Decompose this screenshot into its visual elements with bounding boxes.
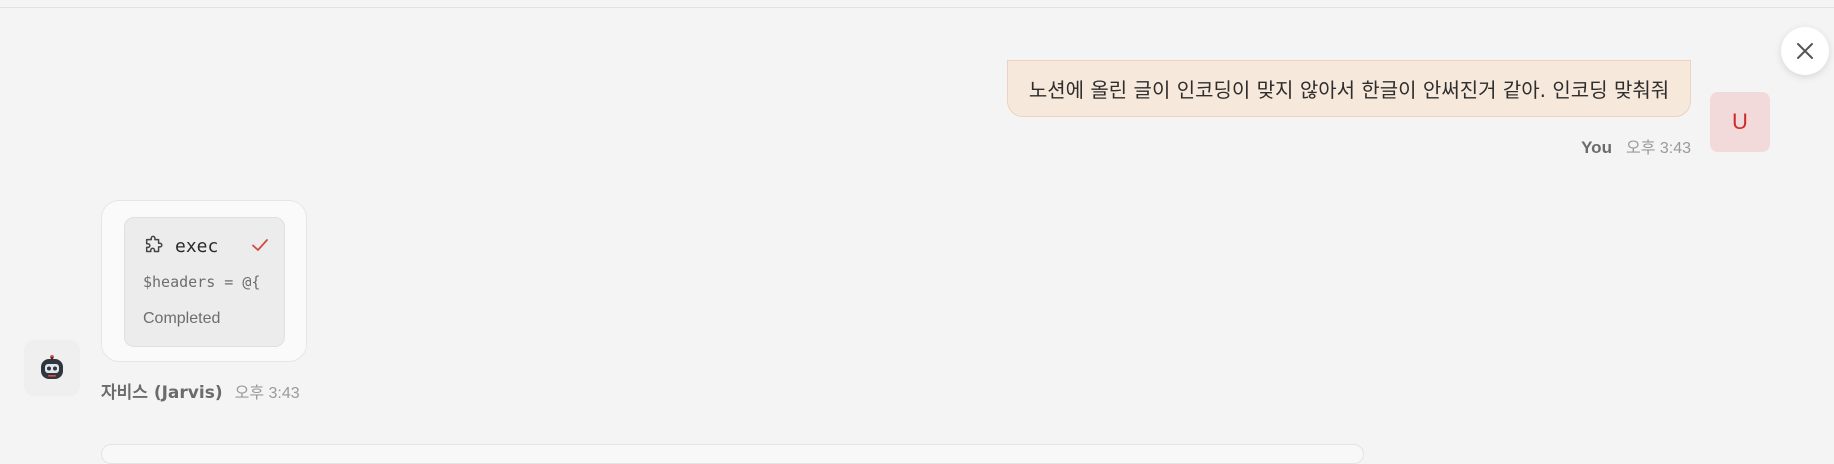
- tool-code-preview: $headers = @{: [143, 273, 261, 291]
- tool-call-card[interactable]: exec $headers = @{ Completed: [124, 217, 285, 347]
- next-message-card: [101, 444, 1364, 464]
- assistant-message-bubble: exec $headers = @{ Completed: [101, 200, 307, 362]
- tool-status: Completed: [143, 310, 221, 327]
- close-button[interactable]: [1781, 27, 1829, 75]
- tool-call-header: exec: [143, 234, 269, 258]
- robot-icon: [41, 355, 63, 379]
- user-avatar: U: [1710, 92, 1770, 152]
- user-message-meta: You 오후 3:43: [1581, 134, 1691, 158]
- tool-name: exec: [175, 235, 219, 257]
- user-message-text: 노션에 올린 글이 인코딩이 맞지 않아서 한글이 안써진거 같아. 인코딩 맞…: [1028, 78, 1670, 102]
- user-message-time: 오후 3:43: [1625, 140, 1691, 157]
- assistant-avatar: [24, 340, 80, 396]
- user-name: You: [1581, 138, 1612, 157]
- user-message-bubble: 노션에 올린 글이 인코딩이 맞지 않아서 한글이 안써진거 같아. 인코딩 맞…: [1007, 60, 1691, 117]
- user-avatar-letter: U: [1732, 109, 1748, 134]
- assistant-message-time: 오후 3:43: [234, 385, 300, 402]
- assistant-message-meta: 자비스 (Jarvis) 오후 3:43: [101, 378, 300, 403]
- assistant-name: 자비스 (Jarvis): [101, 383, 223, 403]
- puzzle-icon: [145, 235, 163, 253]
- top-divider: [0, 7, 1834, 8]
- check-icon: [252, 239, 268, 251]
- close-icon: [1797, 43, 1813, 59]
